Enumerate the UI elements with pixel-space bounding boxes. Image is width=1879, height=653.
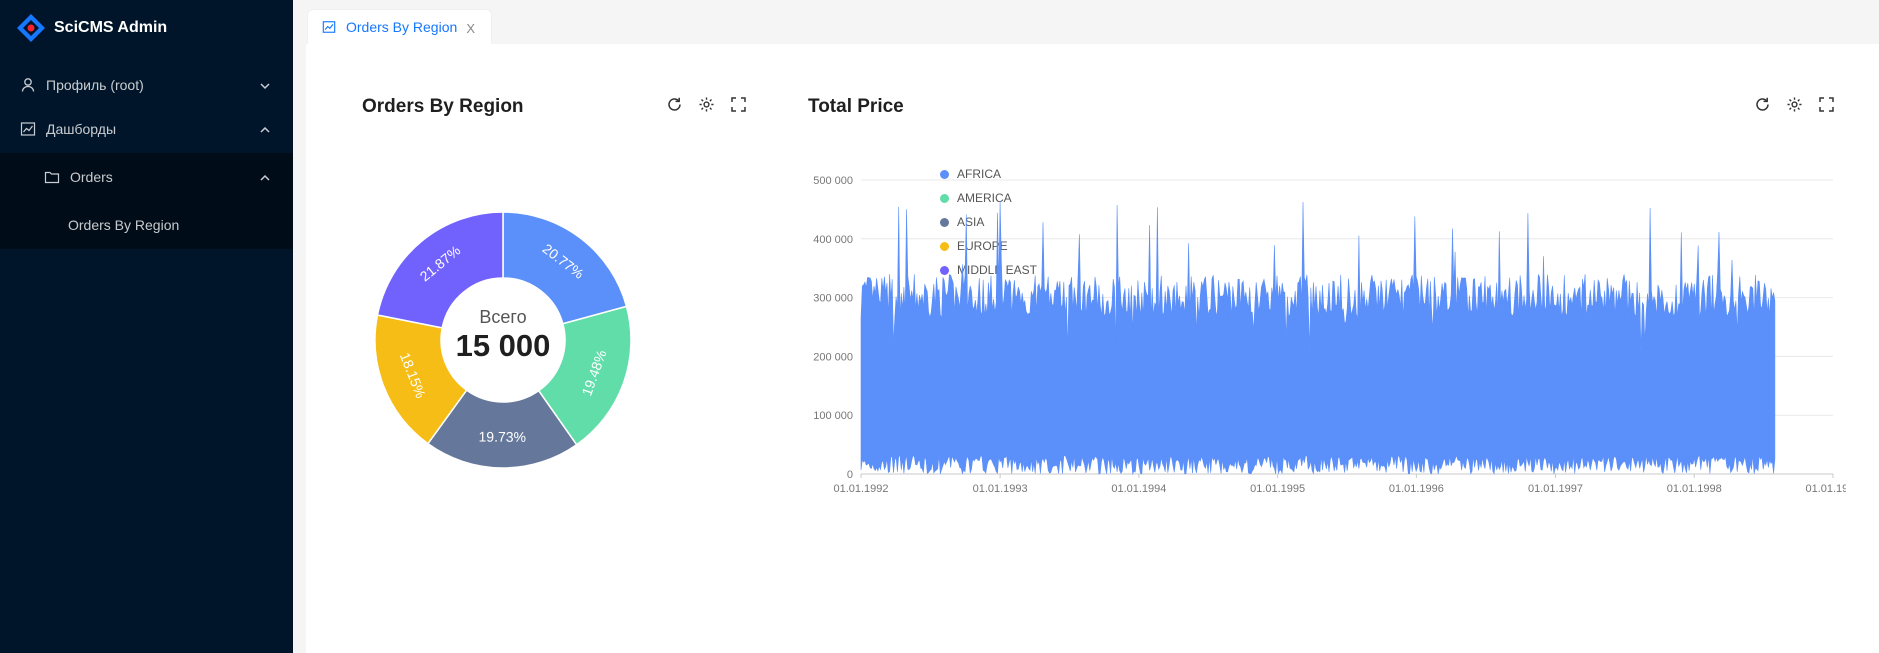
total-price-chart: 0 100 000 200 000 300 000 400 000 500 000 01.0… bbox=[813, 175, 1846, 494]
x-tick-label: 01.01.1994 bbox=[1111, 483, 1166, 494]
x-tick-label: 01.01.1999 bbox=[1805, 483, 1846, 494]
line-panel-toolbar bbox=[1754, 96, 1835, 113]
user-icon bbox=[20, 77, 36, 93]
pie-chart: 20.77%19.48%19.73%18.15%21.87% Всего 15 … bbox=[374, 211, 632, 469]
chevron-down-icon bbox=[259, 79, 271, 91]
reload-icon[interactable] bbox=[1754, 96, 1771, 113]
y-tick-label: 300 000 bbox=[813, 293, 853, 305]
sidebar-item-label: Дашборды bbox=[46, 121, 116, 137]
sidebar-item-label: Orders bbox=[70, 169, 113, 185]
x-tick-label: 01.01.1992 bbox=[833, 483, 888, 494]
gear-icon[interactable] bbox=[698, 96, 715, 113]
tab-orders-by-region[interactable]: Orders By Region X bbox=[307, 9, 492, 44]
y-tick-label: 200 000 bbox=[813, 351, 853, 363]
x-tick-label: 01.01.1993 bbox=[973, 483, 1028, 494]
tab-bar: Orders By Region X bbox=[293, 0, 1879, 44]
x-tick-label: 01.01.1998 bbox=[1667, 483, 1722, 494]
app-title: SciCMS Admin bbox=[54, 19, 168, 36]
close-icon[interactable]: X bbox=[466, 21, 475, 36]
x-tick-label: 01.01.1996 bbox=[1389, 483, 1444, 494]
pie-panel-title: Orders By Region bbox=[362, 96, 524, 117]
line-chart-icon bbox=[322, 20, 336, 34]
reload-icon[interactable] bbox=[666, 96, 683, 113]
tab-label: Orders By Region bbox=[346, 19, 458, 35]
x-tick-label: 01.01.1995 bbox=[1250, 483, 1305, 494]
dashboard-content: Orders By Region 20.77% 19.48% 19.73% 18.15… bbox=[306, 44, 1879, 653]
line-panel-title: Total Price bbox=[808, 96, 904, 117]
main-area: Orders By Region X Orders By Region 20.7… bbox=[293, 0, 1879, 653]
sidebar-item-label: Профиль (root) bbox=[46, 77, 144, 93]
y-tick-label: 100 000 bbox=[813, 410, 853, 422]
total-price-series bbox=[860, 201, 1776, 476]
sidebar: SciCMS Admin Профиль (root) Дашборды Ord… bbox=[0, 0, 293, 653]
pie-panel-toolbar bbox=[666, 96, 747, 113]
app-logo[interactable]: SciCMS Admin bbox=[16, 12, 167, 44]
sidebar-item-label: Orders By Region bbox=[68, 217, 180, 233]
sidebar-item-orders-by-region[interactable]: Orders By Region bbox=[0, 205, 293, 245]
gear-icon[interactable] bbox=[1786, 96, 1803, 113]
sidebar-item-profile[interactable]: Профиль (root) bbox=[0, 65, 293, 105]
chevron-up-icon bbox=[259, 123, 271, 135]
pie-slice-label: 19.73% bbox=[479, 429, 527, 445]
line-chart-icon bbox=[20, 121, 36, 137]
y-tick-label: 400 000 bbox=[813, 234, 853, 246]
scicms-logo-icon bbox=[16, 13, 46, 43]
fullscreen-icon[interactable] bbox=[1818, 96, 1835, 113]
sidebar-item-orders[interactable]: Orders bbox=[0, 157, 293, 197]
chevron-up-icon bbox=[259, 171, 271, 183]
x-tick-label: 01.01.1997 bbox=[1528, 483, 1583, 494]
sidebar-item-dashboards[interactable]: Дашборды bbox=[0, 109, 293, 149]
fullscreen-icon[interactable] bbox=[730, 96, 747, 113]
donut-center-label: Всего bbox=[479, 307, 526, 327]
donut-center-value: 15 000 bbox=[456, 328, 551, 363]
y-tick-label: 0 bbox=[847, 469, 853, 481]
folder-icon bbox=[44, 169, 60, 185]
y-tick-label: 500 000 bbox=[813, 175, 853, 187]
